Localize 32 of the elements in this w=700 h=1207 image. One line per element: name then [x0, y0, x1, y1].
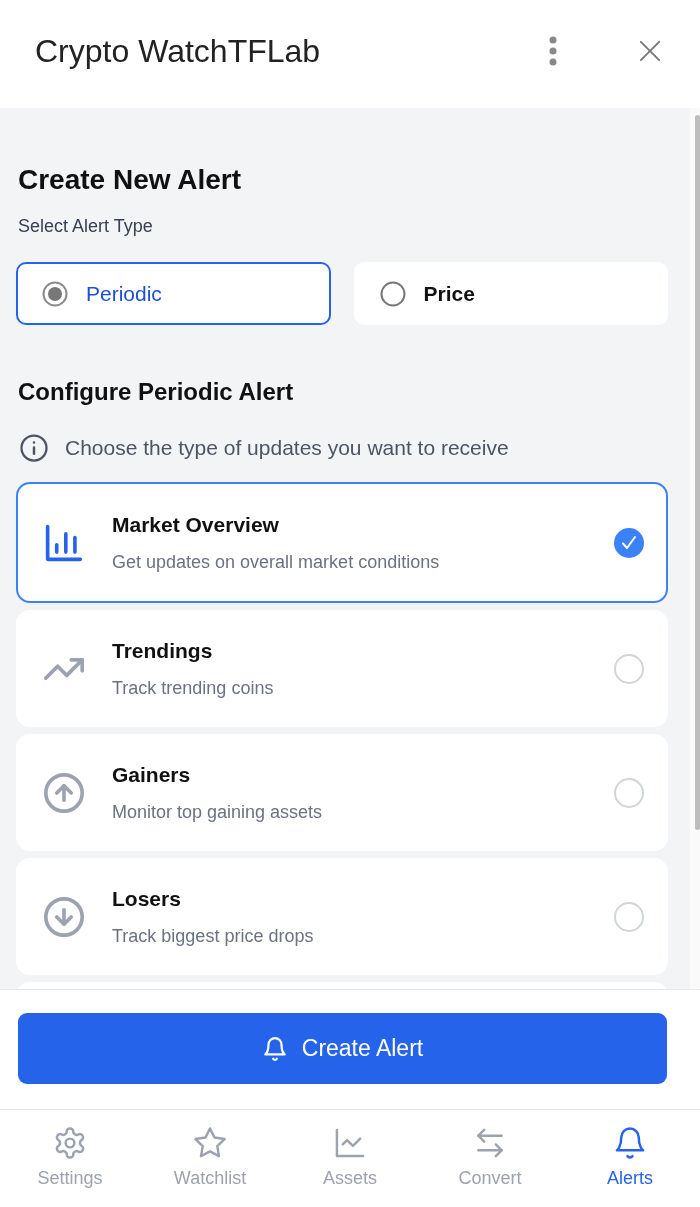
- option-title: Losers: [112, 885, 181, 912]
- option-description: Track biggest price drops: [112, 924, 314, 948]
- option-title: Gainers: [112, 761, 191, 788]
- bar-chart-icon: [44, 522, 84, 563]
- alert-type-option[interactable]: Price: [353, 262, 668, 325]
- nav-tab[interactable]: Alerts: [560, 1110, 700, 1207]
- option-title: Trendings: [112, 637, 213, 664]
- bell-icon: [261, 1035, 288, 1062]
- alert-option-card[interactable]: Gainers Monitor top gaining assets: [16, 734, 668, 851]
- more-options-icon: [549, 36, 557, 66]
- bell-icon: [614, 1127, 646, 1159]
- option-description: Get updates on overall market conditions: [112, 550, 440, 574]
- field-label: Select Alert Type: [18, 215, 154, 238]
- scrollbar-thumb[interactable]: [695, 115, 700, 830]
- settings-icon: [54, 1127, 86, 1159]
- alert-type-option[interactable]: Periodic: [16, 262, 331, 325]
- line-chart-icon: [334, 1127, 366, 1159]
- star-icon: [194, 1127, 226, 1159]
- info-icon: [19, 433, 49, 463]
- close-icon: [639, 40, 661, 62]
- alert-option-card[interactable]: Trendings Track trending coins: [16, 610, 668, 727]
- app-title: Crypto WatchTFLab: [35, 32, 322, 70]
- swap-arrows-icon: [474, 1127, 506, 1159]
- option-title: Market Overview: [112, 511, 279, 538]
- section-title: Configure Periodic Alert: [18, 377, 295, 407]
- hint-text: Choose the type of updates you want to receive: [65, 436, 509, 460]
- option-description: Monitor top gaining assets: [112, 800, 323, 824]
- alert-option-card[interactable]: Losers Track biggest price drops: [16, 858, 668, 975]
- form-heading: Create New Alert: [18, 163, 243, 197]
- create-alert-button[interactable]: Create Alert: [18, 1013, 667, 1084]
- option-description: Track trending coins: [112, 676, 274, 700]
- alert-option-card[interactable]: Market Overview Get updates on overall market conditions: [16, 482, 668, 603]
